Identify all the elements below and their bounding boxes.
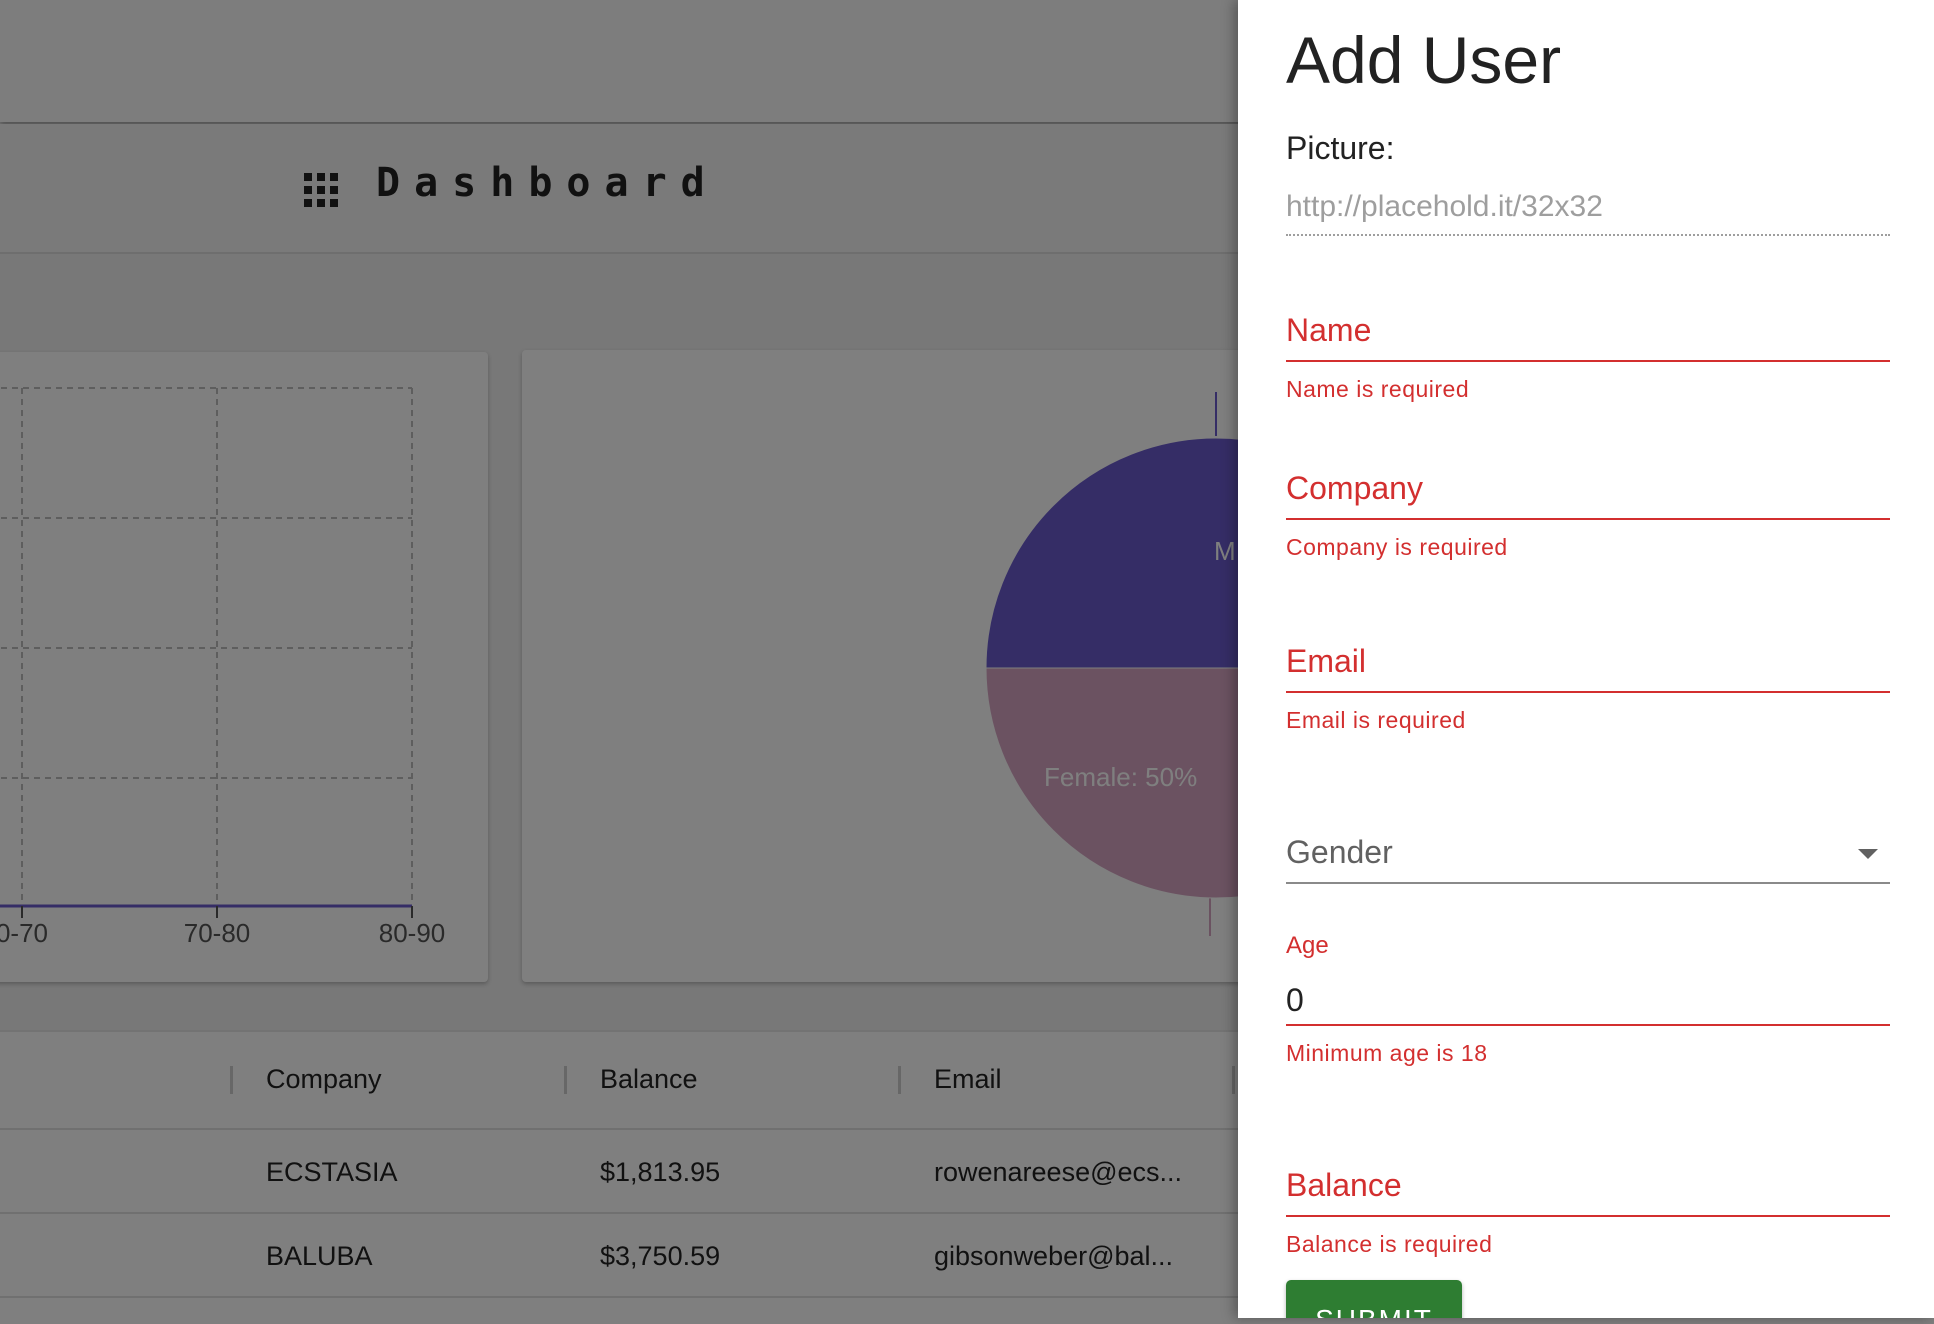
company-field-underline bbox=[1286, 518, 1890, 520]
picture-label: Picture: bbox=[1286, 130, 1395, 166]
chevron-down-icon[interactable] bbox=[1858, 849, 1878, 859]
balance-error-text: Balance is required bbox=[1286, 1231, 1493, 1257]
company-field-label: Company bbox=[1286, 470, 1423, 506]
name-field-label: Name bbox=[1286, 312, 1372, 348]
email-error-text: Email is required bbox=[1286, 707, 1466, 733]
picture-url-input[interactable] bbox=[1286, 180, 1890, 236]
age-error-text: Minimum age is 18 bbox=[1286, 1040, 1488, 1066]
email-field-underline bbox=[1286, 691, 1890, 693]
company-error-text: Company is required bbox=[1286, 534, 1508, 560]
drawer-title: Add User bbox=[1286, 23, 1562, 97]
name-error-text: Name is required bbox=[1286, 376, 1470, 402]
age-input[interactable] bbox=[1286, 976, 1890, 1026]
name-field-underline bbox=[1286, 360, 1890, 362]
email-field-label: Email bbox=[1286, 643, 1367, 679]
balance-field-underline bbox=[1286, 1215, 1890, 1217]
gender-select[interactable]: Gender bbox=[1286, 834, 1393, 871]
gender-select-underline bbox=[1286, 882, 1890, 884]
add-user-drawer: Add User Picture: Name Name is required … bbox=[1238, 0, 1934, 1318]
age-field-label: Age bbox=[1286, 932, 1329, 959]
submit-button[interactable]: SUBMIT bbox=[1286, 1280, 1462, 1318]
balance-field-label: Balance bbox=[1286, 1167, 1402, 1203]
